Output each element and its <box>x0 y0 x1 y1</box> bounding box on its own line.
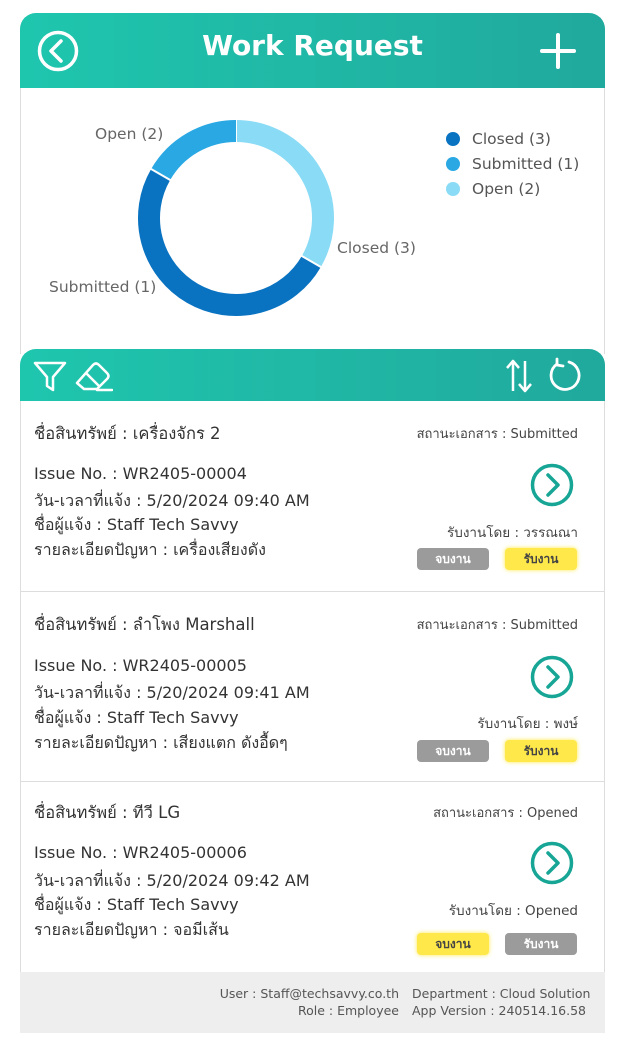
legend-item-open[interactable]: Open (2) <box>446 176 579 201</box>
legend-swatch-closed <box>446 131 460 146</box>
footer-info: User : Staff@techsavvy.co.th Role : Empl… <box>20 972 605 1033</box>
reporter-name: ชื่อผู้แจ้ง : Staff Tech Savvy <box>34 515 239 534</box>
problem-detail: รายละเอียดปัญหา : จอมีเส้น <box>34 920 229 939</box>
document-status: สถานะเอกสาร : Submitted <box>416 427 578 442</box>
finish-job-button[interactable]: จบงาน <box>417 740 489 762</box>
plus-icon[interactable] <box>540 33 576 69</box>
eraser-icon[interactable] <box>73 358 113 394</box>
reporter-name: ชื่อผู้แจ้ง : Staff Tech Savvy <box>34 895 239 914</box>
accepted-by: รับงานโดย : พงษ์ <box>477 716 578 732</box>
refresh-icon[interactable] <box>547 357 583 393</box>
list-toolbar <box>20 349 605 401</box>
document-status: สถานะเอกสาร : Submitted <box>416 618 578 633</box>
problem-detail: รายละเอียดปัญหา : เสียงแตก ดังอื้ดๆ <box>34 733 288 752</box>
chevron-right-circle-icon[interactable] <box>530 841 574 885</box>
chevron-right-circle-icon[interactable] <box>530 655 574 699</box>
asset-name: ชื่อสินทรัพย์ : ทีวี LG <box>34 803 181 822</box>
slice-label-submitted: Submitted (1) <box>49 278 157 296</box>
slice-label-closed: Closed (3) <box>337 239 416 257</box>
filter-icon[interactable] <box>33 359 67 393</box>
list-item[interactable]: ชื่อสินทรัพย์ : ลำโพง Marshall สถานะเอกส… <box>20 591 605 783</box>
legend-label-open: Open (2) <box>472 179 541 198</box>
accept-job-button[interactable]: รับงาน <box>505 548 577 570</box>
slice-label-open: Open (2) <box>95 125 164 143</box>
accepted-by: รับงานโดย : วรรณณา <box>447 525 578 541</box>
chart-legend: Closed (3) Submitted (1) Open (2) <box>446 126 579 201</box>
legend-item-closed[interactable]: Closed (3) <box>446 126 579 151</box>
asset-name: ชื่อสินทรัพย์ : ลำโพง Marshall <box>34 615 255 634</box>
page-title: Work Request <box>202 29 423 62</box>
report-datetime: วัน-เวลาที่แจ้ง : 5/20/2024 09:40 AM <box>34 491 310 510</box>
donut-slice-closed[interactable] <box>138 169 321 316</box>
work-request-list: ชื่อสินทรัพย์ : เครื่องจักร 2 สถานะเอกสา… <box>20 401 605 973</box>
accept-job-button[interactable]: รับงาน <box>505 933 577 955</box>
donut-slice-submitted[interactable] <box>151 120 237 181</box>
header-bar: Work Request <box>20 13 605 88</box>
accepted-by: รับงานโดย : Opened <box>448 903 578 919</box>
list-item[interactable]: ชื่อสินทรัพย์ : ทีวี LG สถานะเอกสาร : Op… <box>20 781 605 973</box>
sort-icon[interactable] <box>504 358 534 394</box>
reporter-name: ชื่อผู้แจ้ง : Staff Tech Savvy <box>34 708 239 727</box>
finish-job-button[interactable]: จบงาน <box>417 933 489 955</box>
footer-app-col: Department : Cloud Solution App Version … <box>412 985 590 1019</box>
footer-user-col: User : Staff@techsavvy.co.th Role : Empl… <box>220 985 399 1019</box>
report-datetime: วัน-เวลาที่แจ้ง : 5/20/2024 09:42 AM <box>34 871 310 890</box>
footer-department: Department : Cloud Solution <box>412 986 591 1001</box>
donut-slice-open[interactable] <box>235 120 334 267</box>
accept-job-button[interactable]: รับงาน <box>505 740 577 762</box>
chevron-right-circle-icon[interactable] <box>530 463 574 507</box>
status-chart-card: Open (2) Closed (3) Submitted (1) Closed… <box>20 88 605 354</box>
legend-label-submitted: Submitted (1) <box>472 154 580 173</box>
footer-user: User : Staff@techsavvy.co.th <box>219 986 399 1001</box>
issue-number: Issue No. : WR2405-00006 <box>34 843 247 862</box>
app-container: Work Request Open (2) Closed (3) Submitt… <box>20 13 605 1033</box>
legend-swatch-open <box>446 181 460 196</box>
issue-number: Issue No. : WR2405-00005 <box>34 656 247 675</box>
list-item[interactable]: ชื่อสินทรัพย์ : เครื่องจักร 2 สถานะเอกสา… <box>20 401 605 592</box>
legend-label-closed: Closed (3) <box>472 129 551 148</box>
footer-app-version: App Version : 240514.16.58 <box>412 1003 586 1018</box>
asset-name: ชื่อสินทรัพย์ : เครื่องจักร 2 <box>34 424 221 443</box>
finish-job-button[interactable]: จบงาน <box>417 548 489 570</box>
legend-item-submitted[interactable]: Submitted (1) <box>446 151 579 176</box>
problem-detail: รายละเอียดปัญหา : เครื่องเสียงดัง <box>34 540 266 559</box>
document-status: สถานะเอกสาร : Opened <box>433 806 578 821</box>
footer-role: Role : Employee <box>297 1003 399 1018</box>
legend-swatch-submitted <box>446 156 460 171</box>
report-datetime: วัน-เวลาที่แจ้ง : 5/20/2024 09:41 AM <box>34 683 310 702</box>
issue-number: Issue No. : WR2405-00004 <box>34 464 247 483</box>
